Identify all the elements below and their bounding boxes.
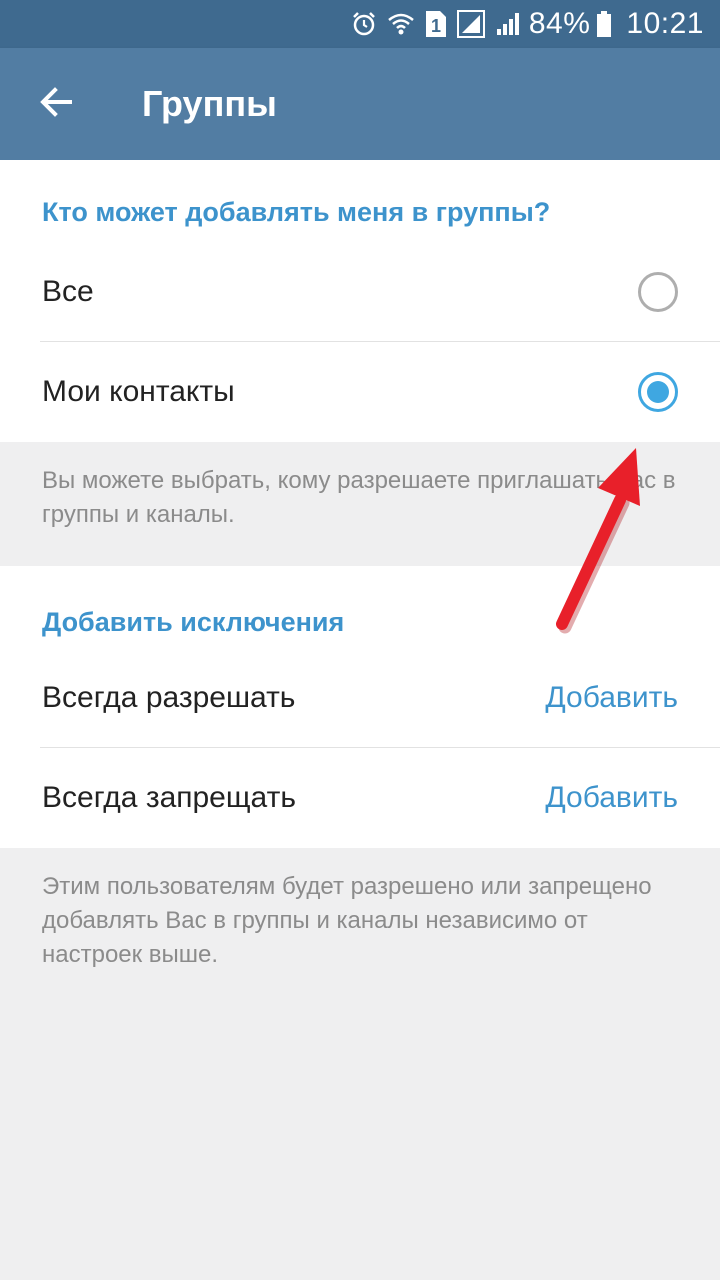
exceptions-section: Добавить исключения Всегда разрешать Доб…	[0, 566, 720, 848]
add-always-allow-button[interactable]: Добавить	[545, 681, 678, 715]
wifi-icon	[387, 11, 415, 37]
always-allow-row[interactable]: Всегда разрешать Добавить	[0, 648, 720, 748]
screen: 1 84% 10:21 Группы Кто может добавлять м…	[0, 0, 720, 1280]
app-bar: Группы	[0, 48, 720, 160]
battery-percent: 84%	[528, 7, 591, 40]
section-header: Добавить исключения	[42, 607, 345, 637]
arrow-left-icon	[38, 84, 74, 124]
who-can-add-section: Кто может добавлять меня в группы? Все М…	[0, 160, 720, 442]
radio-checked-icon[interactable]	[638, 372, 678, 412]
add-always-deny-button[interactable]: Добавить	[545, 781, 678, 815]
sim-slot-number: 1	[431, 16, 441, 36]
section-header: Кто может добавлять меня в группы?	[42, 197, 551, 227]
row-label: Всегда запрещать	[42, 781, 296, 814]
option-everyone[interactable]: Все	[0, 242, 720, 342]
clock: 10:21	[626, 7, 704, 40]
sim-icon: 1	[425, 10, 447, 38]
page-title: Группы	[142, 83, 277, 124]
battery-icon	[596, 10, 612, 38]
row-label: Всегда разрешать	[42, 681, 296, 714]
exceptions-hint: Этим пользователям будет разрешено или з…	[42, 873, 652, 968]
always-deny-row[interactable]: Всегда запрещать Добавить	[0, 748, 720, 848]
status-bar: 1 84% 10:21	[0, 0, 720, 48]
back-button[interactable]	[0, 48, 112, 160]
radio-unchecked-icon[interactable]	[638, 272, 678, 312]
who-can-add-hint: Вы можете выбрать, кому разрешаете пригл…	[42, 467, 676, 528]
signal-icon	[456, 10, 485, 38]
option-my-contacts[interactable]: Мои контакты	[0, 342, 720, 442]
option-label: Все	[42, 275, 94, 308]
alarm-icon	[351, 11, 377, 37]
signal-icon	[495, 11, 521, 37]
option-label: Мои контакты	[42, 375, 235, 408]
